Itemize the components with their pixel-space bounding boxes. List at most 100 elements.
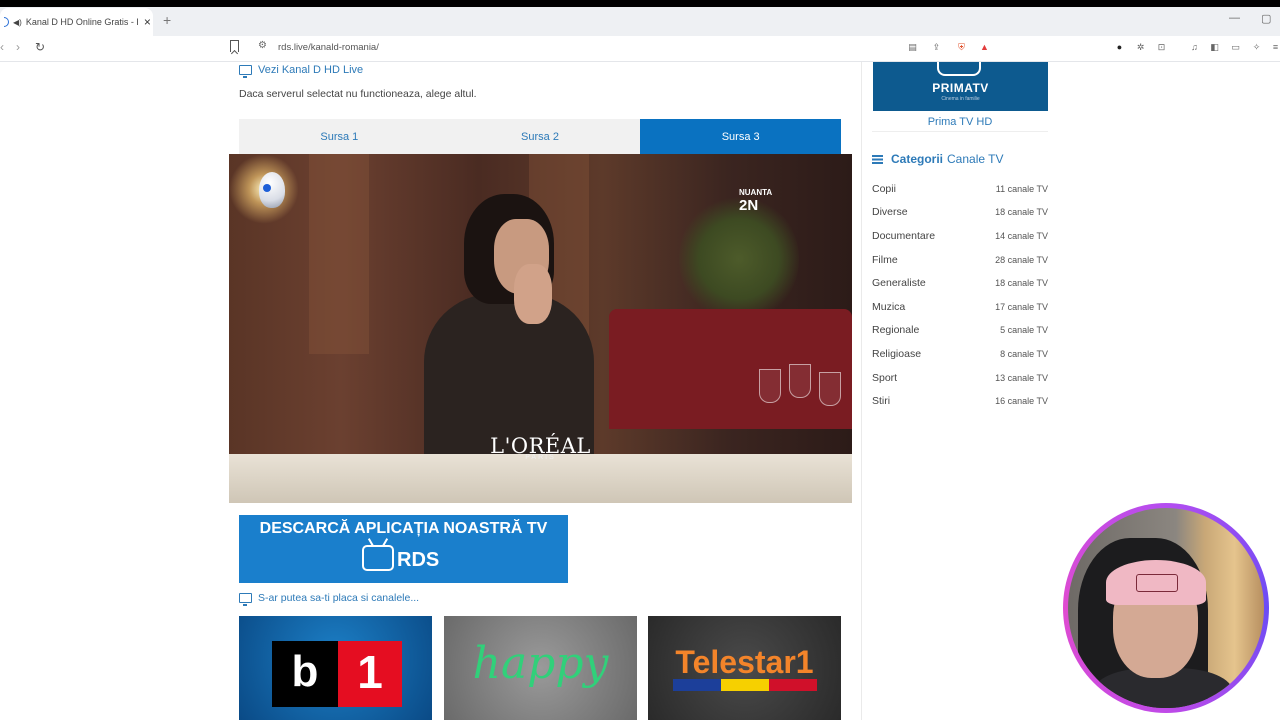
prima-tv-link[interactable]: Prima TV HD: [872, 116, 1048, 128]
category-name[interactable]: Filme: [872, 254, 898, 266]
hand: [514, 264, 552, 324]
category-name[interactable]: Religioase: [872, 348, 921, 360]
url-text[interactable]: rds.live/kanald-romania/: [278, 42, 379, 53]
video-player[interactable]: NUANTA 2N L'ORÉAL PARIS: [229, 154, 852, 503]
suggest-heading-text: S-ar putea sa-ti placa si canalele...: [258, 592, 420, 604]
category-count: 16 canale TV: [995, 396, 1048, 407]
category-item[interactable]: Filme 28 canale TV: [872, 248, 1048, 272]
list-icon: [872, 154, 883, 164]
extension-icon[interactable]: ●: [1113, 41, 1126, 54]
category-name[interactable]: Documentare: [872, 230, 935, 242]
categories-heading-bold: Categorii: [891, 152, 944, 166]
ad-overlay-top: NUANTA: [739, 188, 773, 197]
puzzle-icon[interactable]: ✲: [1134, 41, 1147, 54]
b1-logo-b: b: [272, 641, 338, 707]
category-item[interactable]: Muzica 17 canale TV: [872, 295, 1048, 319]
speaker-icon[interactable]: ◀): [13, 18, 22, 27]
channel-thumb-happy[interactable]: happy: [444, 616, 637, 720]
prima-slogan: Cinema in familie: [941, 96, 980, 102]
prima-logo-text: PRIMATV: [932, 81, 989, 95]
category-count: 18 canale TV: [995, 207, 1048, 218]
prima-tv-thumbnail[interactable]: PRIMATV Cinema in familie: [873, 62, 1048, 111]
maximize-icon[interactable]: ▢: [1261, 12, 1271, 25]
category-item[interactable]: Diverse 18 canale TV: [872, 201, 1048, 225]
category-count: 8 canale TV: [1000, 348, 1048, 359]
channel-thumb-telestar1[interactable]: Telestar1: [648, 616, 841, 720]
browser-toolbar: ‹ › ↻ ⚙ rds.live/kanald-romania/ ▤ ⇪ ⛨ ▲…: [0, 36, 1280, 62]
sidebar-icon[interactable]: ◧: [1208, 41, 1221, 54]
media-icon[interactable]: ♫: [1188, 41, 1201, 54]
sidebar-divider: [872, 131, 1048, 132]
tv-icon: [362, 545, 394, 571]
menu-icon[interactable]: ≡: [1269, 41, 1280, 54]
favicon-icon: [4, 17, 9, 27]
flag-yellow-stripe: [721, 679, 769, 691]
tab-sursa-3[interactable]: Sursa 3: [640, 119, 842, 154]
category-name[interactable]: Regionale: [872, 324, 919, 336]
minimize-icon[interactable]: —: [1229, 12, 1240, 24]
b1-logo-1: 1: [357, 646, 383, 698]
back-icon[interactable]: ‹: [0, 40, 4, 54]
tab-sursa-1[interactable]: Sursa 1: [239, 119, 440, 154]
ad-brand-sub: PARIS: [525, 454, 556, 461]
channel-thumb-b1[interactable]: b 1: [239, 616, 432, 720]
b1-logo: b 1: [272, 641, 402, 707]
server-note: Daca serverul selectat nu functioneaza, …: [239, 88, 477, 100]
category-item[interactable]: Stiri 16 canale TV: [872, 389, 1048, 413]
category-name[interactable]: Copii: [872, 183, 896, 195]
address-bar[interactable]: ⚙ rds.live/kanald-romania/: [228, 37, 998, 59]
wallet-icon[interactable]: ▭: [1229, 41, 1242, 54]
category-name[interactable]: Generaliste: [872, 277, 926, 289]
flag-red-stripe: [769, 679, 817, 691]
reload-icon[interactable]: ↻: [35, 40, 45, 54]
categories-heading-rest: Canale TV: [947, 152, 1004, 166]
category-count: 14 canale TV: [995, 230, 1048, 241]
category-item[interactable]: Religioase 8 canale TV: [872, 342, 1048, 366]
brave-shield-icon[interactable]: ⛨: [955, 41, 968, 54]
webcam-overlay: [1063, 503, 1269, 713]
site-settings-icon[interactable]: ⚙: [258, 40, 267, 51]
category-name[interactable]: Stiri: [872, 395, 890, 407]
woman-figure: [394, 194, 594, 464]
tab-sursa-2[interactable]: Sursa 2: [439, 119, 641, 154]
table: [229, 454, 852, 503]
live-title: Vezi Kanal D HD Live: [239, 64, 363, 78]
category-item[interactable]: Regionale 5 canale TV: [872, 319, 1048, 343]
banner-logo: RDS: [397, 549, 440, 571]
wine-glass: [789, 364, 811, 398]
share-icon[interactable]: ⇪: [930, 41, 943, 54]
category-name[interactable]: Sport: [872, 372, 897, 384]
category-item[interactable]: Copii 11 canale TV: [872, 177, 1048, 201]
app-download-banner[interactable]: DESCARCĂ APLICAȚIA NOASTRĂ TV RDS: [239, 515, 568, 583]
category-count: 28 canale TV: [995, 254, 1048, 265]
close-tab-icon[interactable]: ×: [144, 15, 151, 29]
bookmark-icon[interactable]: [230, 40, 239, 52]
tab-title: Kanal D HD Online Gratis - RDS: [25, 17, 138, 27]
new-tab-icon[interactable]: +: [163, 12, 171, 28]
column-divider: [861, 62, 862, 720]
top-black-bar: [0, 0, 1280, 7]
forward-icon[interactable]: ›: [16, 40, 20, 54]
wine-glass: [819, 372, 841, 406]
suggest-heading: S-ar putea sa-ti placa si canalele...: [239, 592, 420, 606]
flag-blue-stripe: [673, 679, 721, 691]
category-item[interactable]: Sport 13 canale TV: [872, 366, 1048, 390]
browser-tab-active[interactable]: ◀) Kanal D HD Online Gratis - RDS ×: [0, 8, 153, 36]
prima-tv-icon: [937, 62, 981, 76]
monitor-icon: [239, 593, 252, 606]
category-item[interactable]: Generaliste 18 canale TV: [872, 271, 1048, 295]
reader-icon[interactable]: ▤: [906, 41, 919, 54]
browser-tab-bar: ◀) Kanal D HD Online Gratis - RDS × + — …: [0, 0, 1280, 36]
category-count: 11 canale TV: [995, 183, 1048, 194]
leo-icon[interactable]: ✧: [1250, 41, 1263, 54]
category-name[interactable]: Diverse: [872, 206, 908, 218]
page-content: Vezi Kanal D HD Live Daca serverul selec…: [0, 62, 1280, 720]
capture-icon[interactable]: ⊡: [1155, 41, 1168, 54]
ad-overlay-bottom: 2N: [739, 197, 759, 214]
wall-panel: [309, 154, 369, 354]
red-booth: [609, 309, 852, 429]
category-item[interactable]: Documentare 14 canale TV: [872, 224, 1048, 248]
category-count: 13 canale TV: [995, 372, 1048, 383]
rewards-icon[interactable]: ▲: [978, 41, 991, 54]
category-name[interactable]: Muzica: [872, 301, 905, 313]
